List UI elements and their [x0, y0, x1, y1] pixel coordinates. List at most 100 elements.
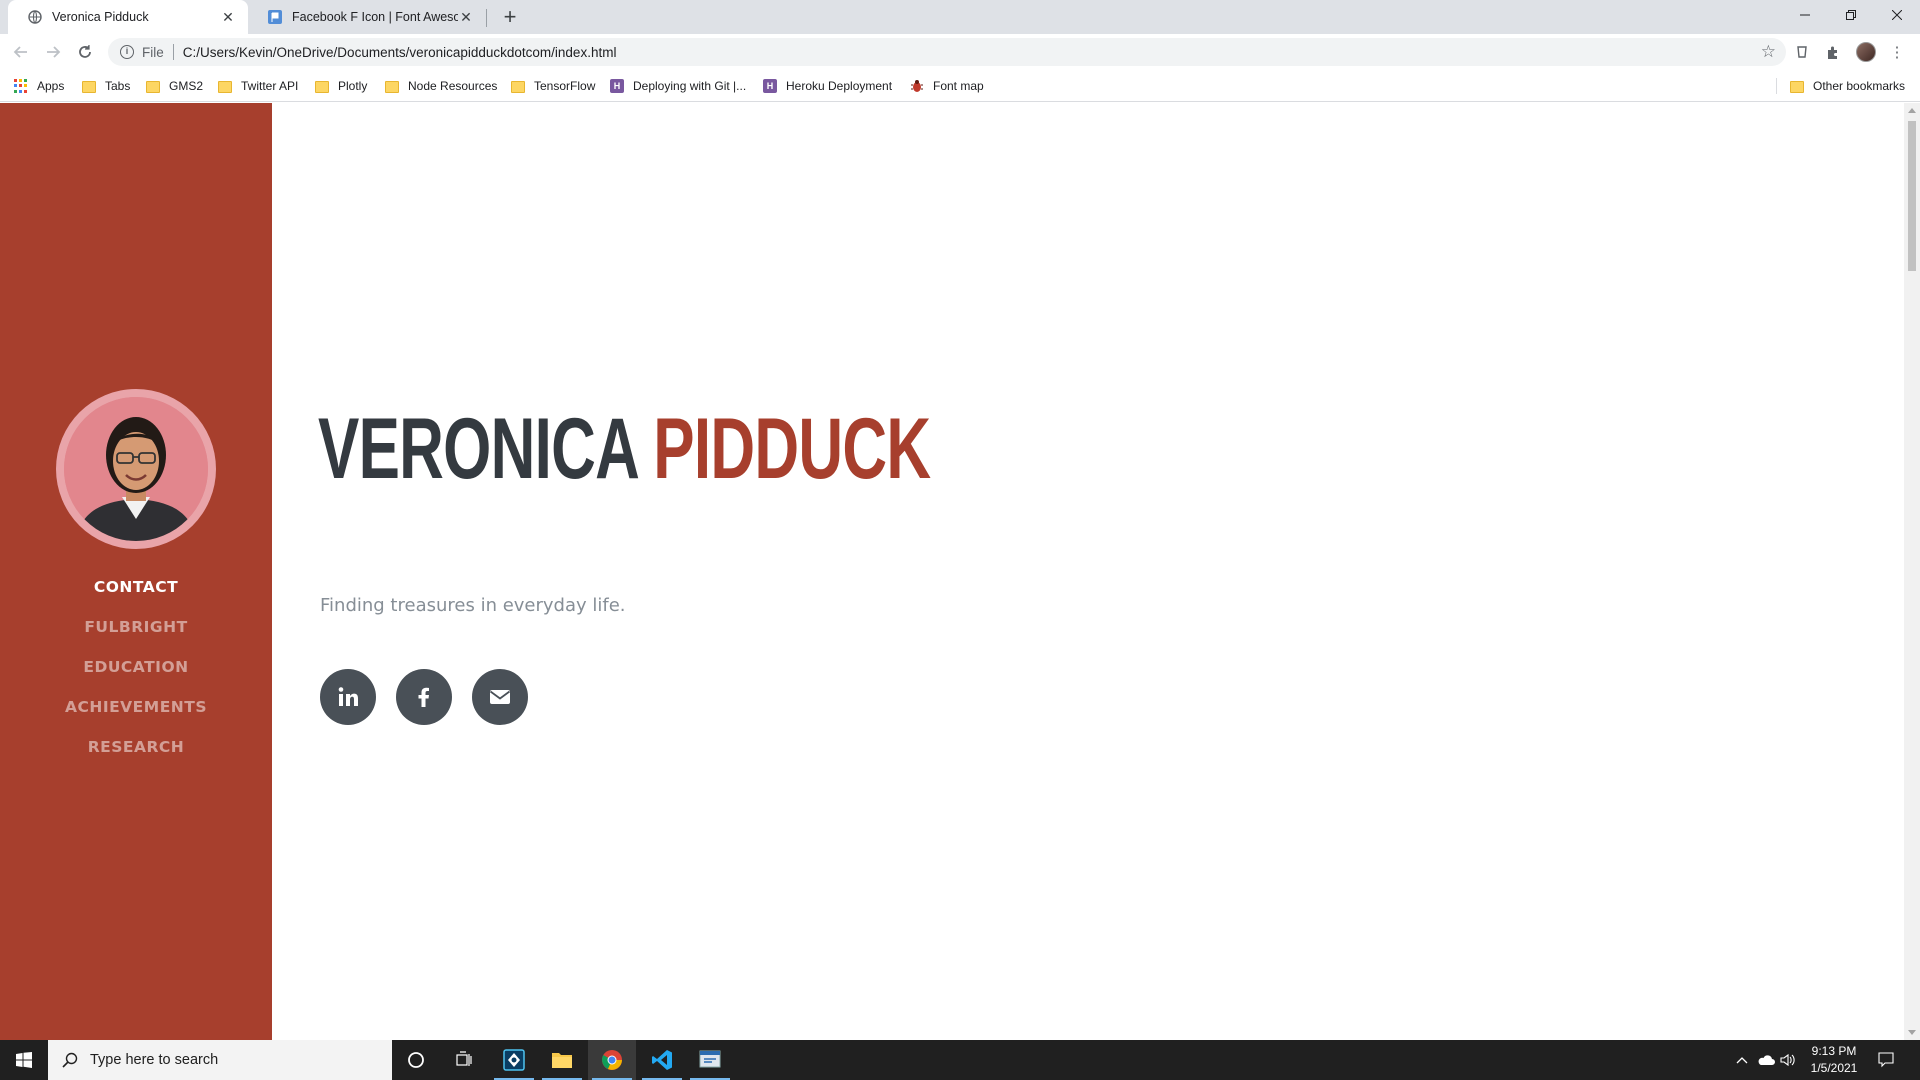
tab-title: Facebook F Icon | Font Awesome — [292, 10, 458, 24]
start-button[interactable] — [0, 1040, 48, 1080]
taskbar-app-vscode[interactable] — [638, 1040, 686, 1080]
sourcetree-app-icon — [503, 1049, 525, 1071]
clock-time: 9:13 PM — [1811, 1044, 1857, 1058]
site-info-icon[interactable]: i — [120, 45, 134, 59]
page-scrollbar[interactable] — [1904, 103, 1920, 1040]
tab-veronica-pidduck[interactable]: Veronica Pidduck ✕ — [8, 0, 248, 34]
apps-grid-icon — [14, 79, 28, 93]
close-tab-icon[interactable]: ✕ — [220, 9, 236, 25]
bookmark-plotly[interactable]: Plotly — [315, 77, 367, 95]
omnibox-divider — [172, 44, 174, 60]
nav-item-achievements[interactable]: ACHIEVEMENTS — [0, 689, 272, 729]
bookmark-label: TensorFlow — [534, 79, 596, 93]
address-bar[interactable]: i File C:/Users/Kevin/OneDrive/Documents… — [108, 38, 1786, 66]
forward-arrow-icon — [47, 46, 61, 58]
bookmark-node-resources[interactable]: Node Resources — [385, 77, 497, 95]
back-button[interactable] — [8, 39, 34, 65]
bookmark-label: Tabs — [105, 79, 131, 93]
kebab-menu-icon[interactable]: ⋮ — [1886, 41, 1908, 63]
cortana-button[interactable] — [392, 1040, 440, 1080]
nav-item-contact[interactable]: CONTACT — [0, 569, 272, 609]
taskbar-app-chrome[interactable] — [588, 1040, 636, 1080]
nav-item-research[interactable]: RESEARCH — [0, 729, 272, 769]
portrait-image — [64, 397, 208, 541]
chrome-app-icon — [602, 1050, 622, 1070]
main-content: VERONICA PIDDUCK Finding treasures in ev… — [272, 103, 1904, 1040]
bookmark-label: Font map — [933, 79, 984, 93]
tagline: Finding treasures in everyday life. — [320, 595, 626, 616]
folder-icon — [1790, 80, 1804, 93]
social-links — [320, 669, 548, 725]
title-first-name: VERONICA — [318, 401, 637, 497]
extensions-puzzle-icon[interactable] — [1822, 41, 1844, 63]
page-viewport: CONTACT FULBRIGHT EDUCATION ACHIEVEMENTS… — [0, 103, 1920, 1040]
task-view-icon — [456, 1051, 472, 1066]
bookmark-font-map[interactable]: Font map — [910, 77, 984, 95]
windows-logo-icon — [16, 1052, 32, 1068]
new-tab-button[interactable]: + — [497, 5, 523, 31]
bookmark-star-icon[interactable]: ☆ — [1761, 42, 1776, 62]
restore-button[interactable] — [1828, 0, 1874, 30]
bookmarks-bar: Apps Tabs GMS2 Twitter API Plotly Node R… — [0, 70, 1920, 102]
bookmark-tabs[interactable]: Tabs — [82, 77, 130, 95]
window-app-icon — [699, 1050, 721, 1068]
taskbar-search-box[interactable]: Type here to search — [48, 1040, 392, 1080]
nav-item-fulbright[interactable]: FULBRIGHT — [0, 609, 272, 649]
bookmark-label: Other bookmarks — [1813, 79, 1906, 93]
font-awesome-flag-icon — [268, 10, 282, 24]
scroll-up-arrow-icon[interactable] — [1908, 108, 1916, 113]
bookmark-apps[interactable]: Apps — [14, 77, 64, 95]
bookmark-deploying-with-git[interactable]: H Deploying with Git |... — [610, 77, 746, 95]
folder-icon — [218, 80, 232, 93]
title-last-name: PIDDUCK — [653, 401, 931, 497]
search-placeholder: Type here to search — [90, 1052, 219, 1068]
task-view-button[interactable] — [440, 1040, 488, 1080]
bookmark-twitter-api[interactable]: Twitter API — [218, 77, 298, 95]
nav-item-education[interactable]: EDUCATION — [0, 649, 272, 689]
tab-strip: Veronica Pidduck ✕ Facebook F Icon | Fon… — [0, 0, 1920, 34]
windows-taskbar: Type here to search 9:13 PM 1/5/2021 — [0, 1040, 1920, 1080]
page-title: VERONICA PIDDUCK — [318, 399, 931, 499]
folder-icon — [385, 80, 399, 93]
reload-button[interactable] — [72, 39, 98, 65]
folder-icon — [82, 80, 96, 93]
volume-icon[interactable] — [1780, 1040, 1796, 1080]
profile-avatar[interactable] — [1856, 42, 1876, 62]
bookmark-label: Twitter API — [241, 79, 299, 93]
tab-font-awesome[interactable]: Facebook F Icon | Font Awesome ✕ — [248, 0, 486, 34]
bookmark-gms2[interactable]: GMS2 — [146, 77, 203, 95]
tab-separator — [486, 9, 487, 27]
folder-icon — [315, 80, 329, 93]
forward-button[interactable] — [40, 39, 66, 65]
linkedin-link[interactable] — [320, 669, 376, 725]
bookmark-label: Deploying with Git |... — [633, 79, 747, 93]
clock-date: 1/5/2021 — [1810, 1061, 1858, 1075]
taskbar-app-remote[interactable] — [686, 1040, 734, 1080]
action-center-icon[interactable] — [1878, 1040, 1894, 1080]
vscode-app-icon — [652, 1050, 672, 1070]
scrollbar-thumb[interactable] — [1908, 121, 1916, 271]
close-window-button[interactable] — [1874, 0, 1920, 30]
taskbar-app-sourcetree[interactable] — [490, 1040, 538, 1080]
folder-icon — [146, 80, 160, 93]
taskbar-app-file-explorer[interactable] — [538, 1040, 586, 1080]
onedrive-cloud-icon[interactable] — [1757, 1040, 1775, 1080]
scroll-down-arrow-icon[interactable] — [1908, 1030, 1916, 1035]
bookmark-other-bookmarks[interactable]: Other bookmarks — [1790, 77, 1905, 95]
extension-icon[interactable] — [1791, 41, 1813, 63]
file-explorer-icon — [552, 1053, 572, 1068]
back-arrow-icon — [13, 46, 27, 58]
globe-icon — [28, 10, 42, 24]
facebook-link[interactable] — [396, 669, 452, 725]
email-link[interactable] — [472, 669, 528, 725]
facebook-icon — [418, 687, 429, 707]
bookmark-tensorflow[interactable]: TensorFlow — [511, 77, 595, 95]
bookmark-heroku-deployment[interactable]: H Heroku Deployment — [763, 77, 892, 95]
close-tab-icon[interactable]: ✕ — [458, 9, 474, 25]
bookmark-label: Heroku Deployment — [786, 79, 893, 93]
taskbar-clock[interactable]: 9:13 PM 1/5/2021 — [1800, 1043, 1868, 1077]
tray-show-hidden-icon[interactable] — [1736, 1040, 1748, 1080]
minimize-button[interactable] — [1782, 0, 1828, 30]
url-text[interactable]: C:/Users/Kevin/OneDrive/Documents/veroni… — [183, 45, 617, 60]
bookmark-label: Node Resources — [408, 79, 498, 93]
